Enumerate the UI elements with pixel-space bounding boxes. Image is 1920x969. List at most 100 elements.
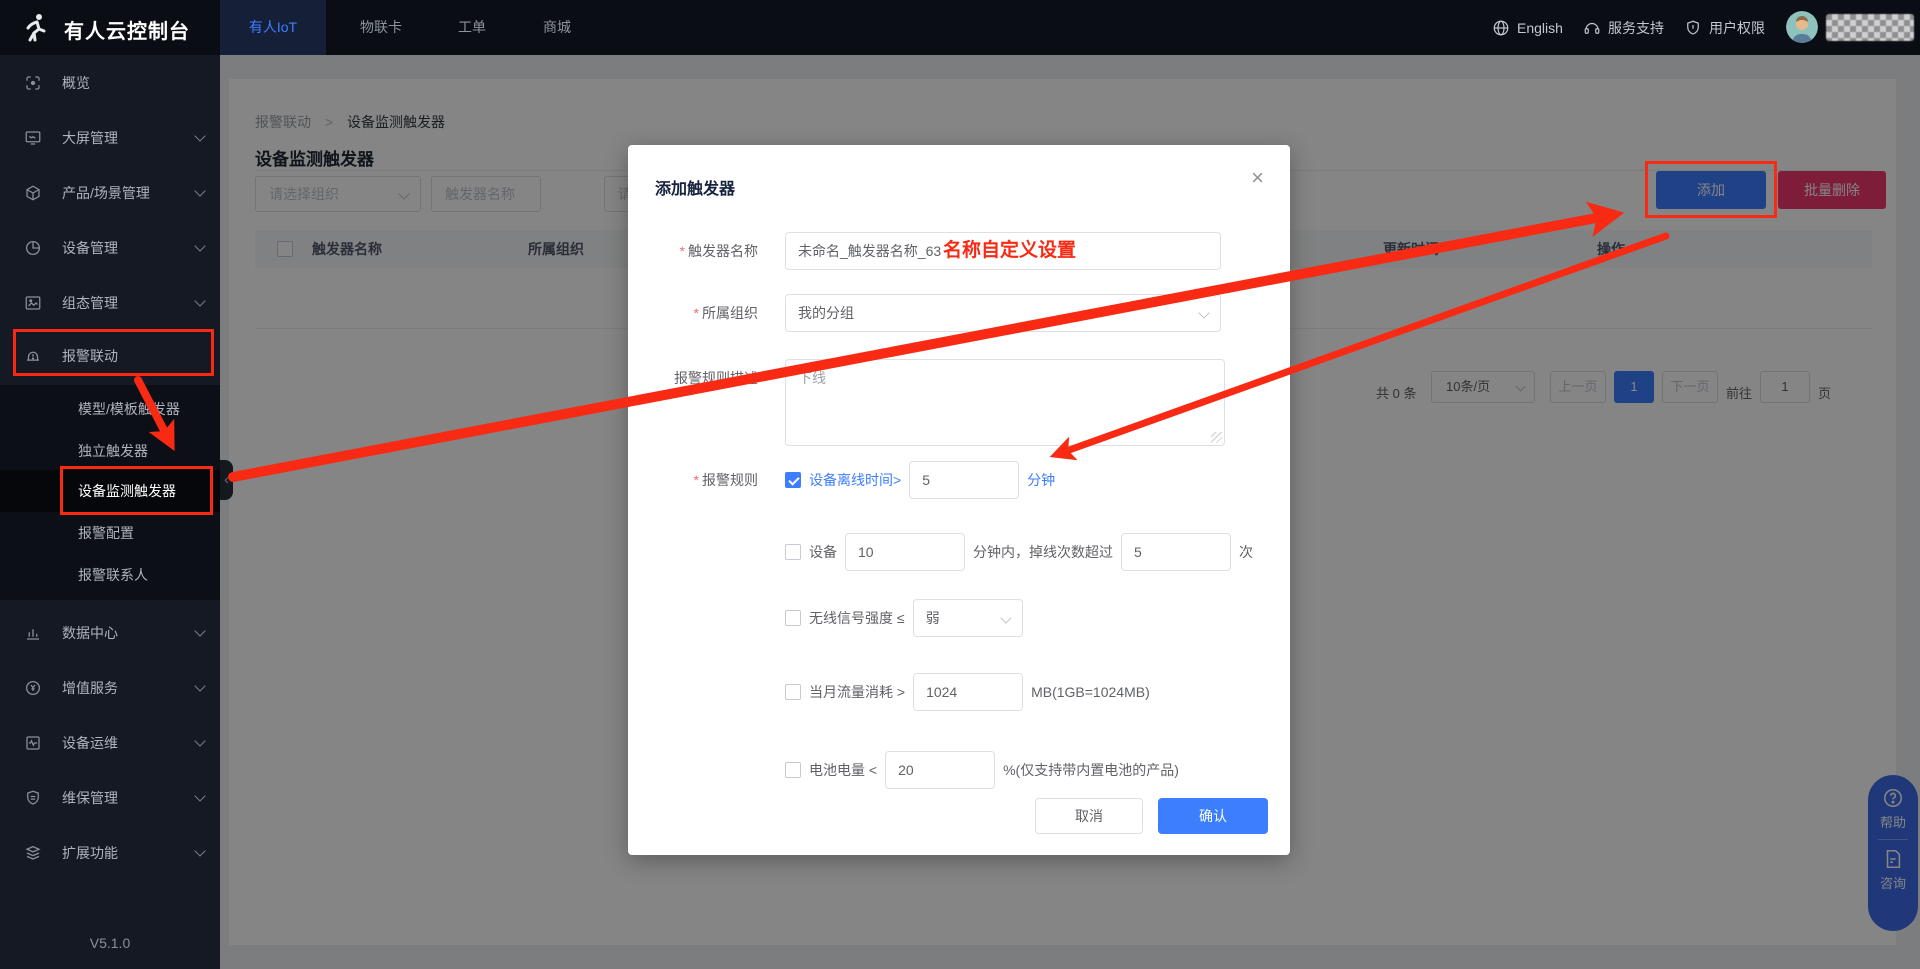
- username-redacted[interactable]: [1826, 14, 1914, 41]
- sidebar-label: 组态管理: [62, 293, 118, 313]
- rule-desc-textarea[interactable]: 下线: [785, 359, 1225, 446]
- rule-desc-row: 报警规则描述 下线: [628, 359, 1290, 446]
- support-label: 服务支持: [1608, 18, 1664, 38]
- yen-icon: [24, 679, 42, 697]
- offline-unit-link[interactable]: 分钟: [1027, 470, 1055, 490]
- sidebar-item-device-monitor-trigger[interactable]: 设备监测触发器: [0, 470, 220, 512]
- sidebar-item-alarm-contacts[interactable]: 报警联系人: [0, 554, 220, 596]
- overview-icon: [24, 74, 42, 92]
- drop-count-rule: 设备 分钟内，掉线次数超过 次: [785, 533, 1253, 571]
- chevron-down-icon: [194, 625, 205, 636]
- bar-chart-icon: [24, 624, 42, 642]
- version-label: V5.1.0: [0, 935, 220, 951]
- org-label: *所属组织: [628, 294, 770, 332]
- traffic-rule-row: 当月流量消耗 > MB(1GB=1024MB): [628, 673, 1290, 711]
- chevron-down-icon: [1000, 612, 1011, 623]
- chevron-down-icon: [194, 680, 205, 691]
- sidebar-item-product-scene[interactable]: 产品/场景管理: [0, 171, 220, 215]
- image-icon: [24, 294, 42, 312]
- user-permission[interactable]: 用户权限: [1684, 0, 1765, 55]
- offline-time-link[interactable]: 设备离线时间>: [809, 470, 901, 490]
- sidebar-item-value-added[interactable]: 增值服务: [0, 666, 220, 710]
- sidebar-item-extensions[interactable]: 扩展功能: [0, 831, 220, 875]
- sidebar-item-device-mgmt[interactable]: 设备管理: [0, 226, 220, 270]
- drop-count-text-3: 次: [1239, 542, 1253, 562]
- battery-rule-row: 电池电量 < %(仅支持带内置电池的产品): [628, 751, 1290, 789]
- cube-icon: [24, 184, 42, 202]
- chevron-down-icon: [194, 790, 205, 801]
- signal-checkbox[interactable]: [785, 610, 801, 626]
- chevron-down-icon: [194, 240, 205, 251]
- signal-level-select[interactable]: 弱: [913, 599, 1023, 637]
- textarea-resize-handle[interactable]: [1211, 432, 1222, 443]
- annotation-name-note: 名称自定义设置: [943, 232, 1076, 270]
- chevron-down-icon: [194, 735, 205, 746]
- required-star: *: [680, 243, 685, 259]
- chevron-down-icon: [194, 845, 205, 856]
- sidebar-label: 扩展功能: [62, 843, 118, 863]
- battery-text-2: %(仅支持带内置电池的产品): [1003, 760, 1179, 780]
- sidebar-item-scada[interactable]: 组态管理: [0, 281, 220, 325]
- chevron-down-icon: [194, 295, 205, 306]
- pulse-icon: [24, 734, 42, 752]
- language-switch[interactable]: English: [1492, 0, 1563, 55]
- layers-icon: [24, 844, 42, 862]
- sidebar-label: 设备运维: [62, 733, 118, 753]
- headset-icon: [1583, 19, 1601, 37]
- app-title: 有人云控制台: [64, 15, 190, 44]
- close-icon[interactable]: ×: [1251, 167, 1264, 189]
- offline-checkbox[interactable]: [785, 472, 801, 488]
- battery-input[interactable]: [885, 751, 995, 789]
- nav-tab-mall[interactable]: 商城: [522, 0, 592, 55]
- sidebar-label: 报警联动: [62, 346, 118, 366]
- drop-count-checkbox[interactable]: [785, 544, 801, 560]
- sidebar-item-alarm-config[interactable]: 报警配置: [0, 512, 220, 554]
- sidebar-item-maintenance[interactable]: 维保管理: [0, 776, 220, 820]
- top-navbar: 有人云控制台 有人IoT 物联卡 工单 商城 English 服务支持 用户权限: [0, 0, 1920, 55]
- trigger-name-row: *触发器名称 名称自定义设置: [628, 232, 1290, 270]
- sidebar-item-independent-trigger[interactable]: 独立触发器: [0, 430, 220, 472]
- language-label: English: [1517, 20, 1563, 36]
- signal-rule: 无线信号强度 ≤ 弱: [785, 599, 1023, 637]
- rule-desc-label: 报警规则描述: [628, 359, 770, 397]
- add-trigger-dialog: 添加触发器 × *触发器名称 名称自定义设置 *所属组织 我的分组 报警规则描述…: [628, 145, 1290, 855]
- offline-rule: 设备离线时间> 分钟: [785, 461, 1055, 499]
- org-select[interactable]: 我的分组: [785, 294, 1221, 332]
- sidebar-item-overview[interactable]: 概览: [0, 61, 220, 105]
- sidebar-label: 概览: [62, 73, 90, 93]
- nav-tab-usr-iot[interactable]: 有人IoT: [220, 0, 326, 55]
- cancel-button[interactable]: 取消: [1035, 798, 1143, 834]
- sidebar-label: 增值服务: [62, 678, 118, 698]
- usr-logo-icon: [20, 11, 52, 46]
- sidebar-item-model-trigger[interactable]: 模型/模板触发器: [0, 388, 220, 430]
- sidebar-item-bigscreen[interactable]: 大屏管理: [0, 116, 220, 160]
- service-support[interactable]: 服务支持: [1583, 0, 1664, 55]
- drop-count-rule-row: 设备 分钟内，掉线次数超过 次: [628, 533, 1290, 571]
- traffic-text-2: MB(1GB=1024MB): [1031, 684, 1150, 700]
- alarm-rules-label: *报警规则: [628, 461, 770, 499]
- sidebar-item-alarm-linkage[interactable]: 报警联动: [0, 334, 220, 378]
- traffic-rule: 当月流量消耗 > MB(1GB=1024MB): [785, 673, 1150, 711]
- battery-rule: 电池电量 < %(仅支持带内置电池的产品): [785, 751, 1179, 789]
- sidebar-label: 设备管理: [62, 238, 118, 258]
- permission-label: 用户权限: [1709, 18, 1765, 38]
- sidebar-item-data-center[interactable]: 数据中心: [0, 611, 220, 655]
- offline-minutes-input[interactable]: [909, 461, 1019, 499]
- sidebar-label: 维保管理: [62, 788, 118, 808]
- trigger-name-label: *触发器名称: [628, 232, 770, 270]
- traffic-text-1: 当月流量消耗 >: [809, 682, 905, 702]
- drop-times-input[interactable]: [1121, 533, 1231, 571]
- alarm-icon: [24, 347, 42, 365]
- sidebar-item-device-ops[interactable]: 设备运维: [0, 721, 220, 765]
- confirm-button[interactable]: 确认: [1158, 798, 1268, 834]
- required-star: *: [694, 472, 699, 488]
- avatar[interactable]: [1786, 11, 1818, 43]
- traffic-checkbox[interactable]: [785, 684, 801, 700]
- traffic-input[interactable]: [913, 673, 1023, 711]
- nav-tab-iot-card[interactable]: 物联卡: [346, 0, 416, 55]
- sidebar-label: 产品/场景管理: [62, 183, 150, 203]
- drop-window-input[interactable]: [845, 533, 965, 571]
- chevron-down-icon: [194, 130, 205, 141]
- battery-checkbox[interactable]: [785, 762, 801, 778]
- nav-tab-work-order[interactable]: 工单: [446, 0, 498, 55]
